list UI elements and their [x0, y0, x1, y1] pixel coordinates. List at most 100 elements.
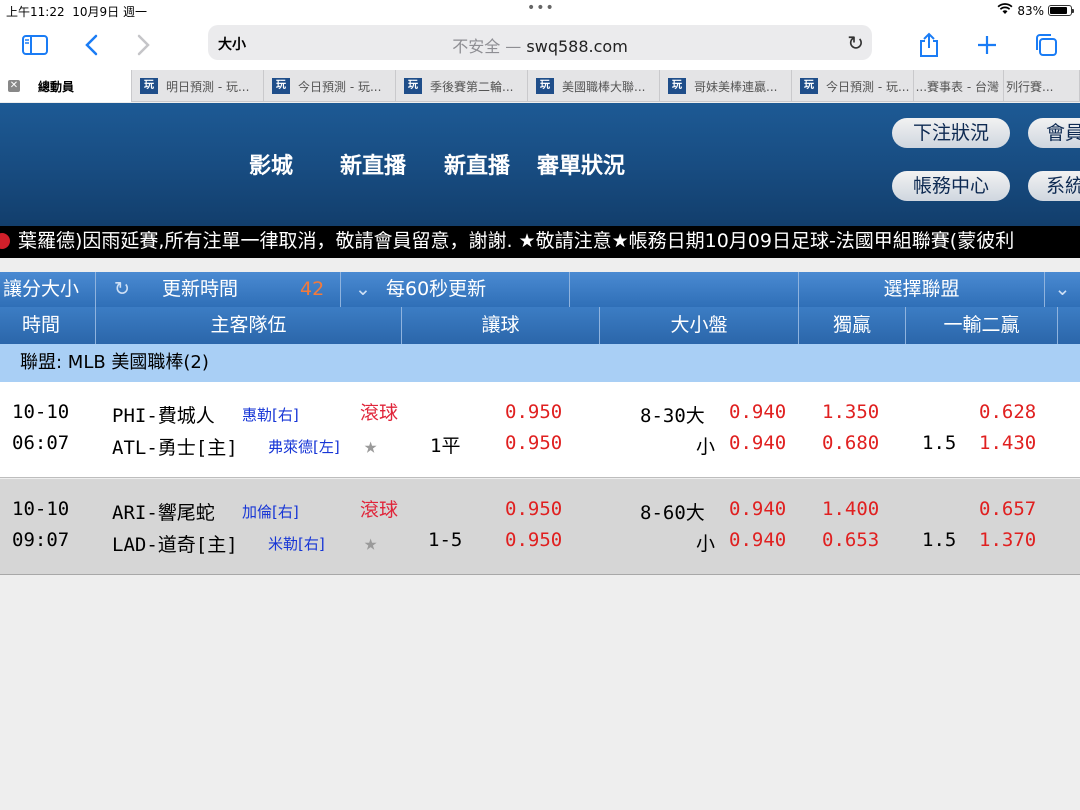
status-bar: 上午11:22 10月9日 週一 ••• 83% [0, 0, 1080, 22]
chevron-down-icon[interactable]: ⌄ [1045, 272, 1080, 307]
tab-2[interactable]: 玩今日預測 - 玩... [264, 70, 396, 102]
url-text: 不安全 — swq588.com [452, 37, 628, 56]
away-team: PHI-費城人 [112, 405, 215, 427]
away-team: ARI-響尾蛇 [112, 502, 215, 524]
tab-0[interactable]: ✕ 總動員 [0, 70, 132, 102]
reload-icon[interactable]: ↻ [847, 31, 864, 55]
odds[interactable]: 0.950 [505, 498, 562, 520]
tab-1[interactable]: 玩明日預測 - 玩... [132, 70, 264, 102]
nav-live-1[interactable]: 新直播 [340, 148, 406, 180]
col-total: 大小盤 [600, 307, 799, 344]
handicap-line: 1平 [430, 435, 461, 457]
live-badge[interactable]: 滾球 [360, 398, 398, 425]
odds[interactable]: 0.940 [729, 498, 786, 520]
tab-7[interactable]: 賽事表 - 台灣... [914, 70, 1004, 102]
favorite-star-icon[interactable]: ★ [364, 434, 377, 459]
tab-strip: ✕ 總動員 玩明日預測 - 玩... 玩今日預測 - 玩... 玩季後賽第二輪.… [0, 70, 1080, 102]
tab-8[interactable]: 列行賽... [1004, 70, 1080, 102]
forward-icon[interactable] [129, 30, 159, 60]
league-header: 聯盟: MLB 美國職棒(2) [0, 344, 1080, 382]
site-favicon-icon: 玩 [272, 78, 290, 94]
battery-icon [1048, 5, 1074, 16]
tab-4[interactable]: 玩美國職棒大聯... [528, 70, 660, 102]
bet-type-tab[interactable]: 讓分大小 [0, 272, 96, 307]
home-pitcher: 米勒[右] [268, 535, 325, 553]
odds[interactable]: 0.940 [729, 432, 786, 454]
address-bar[interactable]: 大小 不安全 — swq588.com ↻ [208, 25, 872, 60]
battery-percent: 83% [1017, 3, 1044, 18]
new-tab-icon[interactable] [972, 30, 1002, 60]
odds[interactable]: 1.430 [979, 432, 1036, 454]
wifi-icon [997, 3, 1013, 18]
runline: 1.5 [922, 529, 957, 551]
status-right: 83% [997, 3, 1074, 18]
odds[interactable]: 0.950 [505, 529, 562, 551]
away-pitcher: 惠勒[右] [242, 406, 299, 424]
col-runline: 一輸二贏 [906, 307, 1058, 344]
bet-status-button[interactable]: 下注狀況 [892, 118, 1010, 148]
announcement-marquee: 葉羅德)因雨延賽,所有注單一律取消，敬請會員留意，謝謝. ★敬請注意★帳務日期1… [0, 226, 1080, 258]
interval-select[interactable]: ⌄ 每60秒更新 [341, 272, 570, 307]
site-favicon-icon: 玩 [536, 78, 554, 94]
odds[interactable]: 1.400 [822, 498, 879, 520]
home-team: LAD-道奇[主] [112, 534, 238, 556]
status-time: 上午11:22 10月9日 週一 [6, 5, 147, 19]
under-label: 小 [696, 533, 716, 555]
odds[interactable]: 1.350 [822, 401, 879, 423]
announcement-icon [0, 233, 10, 249]
site-favicon-icon: 玩 [668, 78, 686, 94]
tab-5[interactable]: 玩哥妹美棒連贏... [660, 70, 792, 102]
nav-cinema[interactable]: 影城 [249, 148, 293, 180]
back-icon[interactable] [76, 30, 106, 60]
member-button[interactable]: 會員 [1028, 118, 1080, 148]
odds[interactable]: 0.653 [822, 529, 879, 551]
col-time: 時間 [0, 307, 96, 344]
col-teams: 主客隊伍 [96, 307, 402, 344]
total-line: 8-60大 [640, 502, 705, 524]
odds[interactable]: 0.950 [505, 401, 562, 423]
runline: 1.5 [922, 432, 957, 454]
col-extra [1058, 307, 1080, 344]
share-icon[interactable] [914, 30, 944, 60]
close-tab-icon[interactable]: ✕ [8, 80, 20, 92]
home-team: ATL-勇士[主] [112, 437, 238, 459]
nav-review-status[interactable]: 審單狀況 [537, 148, 625, 180]
site-favicon-icon: 玩 [800, 78, 818, 94]
odds[interactable]: 0.940 [729, 529, 786, 551]
live-badge[interactable]: 滾球 [360, 495, 398, 522]
match-row: 10-10 06:07 PHI-費城人 惠勒[右] ATL-勇士[主] 弗萊德[… [0, 382, 1080, 478]
odds[interactable]: 0.950 [505, 432, 562, 454]
tabs-icon[interactable] [1031, 30, 1061, 60]
col-moneyline: 獨贏 [799, 307, 906, 344]
site-header: 影城 新直播 新直播 審單狀況 下注狀況 會員 帳務中心 系統 [0, 103, 1080, 226]
tab-3[interactable]: 玩季後賽第二輪... [396, 70, 528, 102]
chevron-down-icon: ⌄ [355, 278, 371, 300]
site-favicon-icon: 玩 [404, 78, 422, 94]
table-header: 時間 主客隊伍 讓球 大小盤 獨贏 一輸二贏 [0, 307, 1080, 344]
countdown: 42 [300, 278, 325, 300]
handicap-line: 1-5 [428, 529, 463, 551]
odds[interactable]: 1.370 [979, 529, 1036, 551]
total-line: 8-30大 [640, 405, 705, 427]
account-center-button[interactable]: 帳務中心 [892, 171, 1010, 201]
league-select[interactable]: 選擇聯盟 [799, 272, 1045, 307]
refresh-icon[interactable]: ↻ [114, 272, 130, 306]
nav-live-2[interactable]: 新直播 [444, 148, 510, 180]
control-bar: 讓分大小 ↻ 更新時間 42 ⌄ 每60秒更新 選擇聯盟 ⌄ [0, 272, 1080, 307]
away-pitcher: 加倫[右] [242, 503, 299, 521]
odds[interactable]: 0.657 [979, 498, 1036, 520]
system-button[interactable]: 系統 [1028, 171, 1080, 201]
sidebar-icon[interactable] [20, 30, 50, 60]
match-row: 10-10 09:07 ARI-響尾蛇 加倫[右] LAD-道奇[主] 米勒[右… [0, 479, 1080, 575]
tab-6[interactable]: 玩今日預測 - 玩... [792, 70, 914, 102]
odds[interactable]: 0.940 [729, 401, 786, 423]
col-handicap: 讓球 [402, 307, 600, 344]
odds[interactable]: 0.680 [822, 432, 879, 454]
site-favicon-icon: 玩 [140, 78, 158, 94]
update-time-cell[interactable]: ↻ 更新時間 42 [96, 272, 341, 307]
multitasking-dots-icon[interactable]: ••• [527, 0, 555, 16]
odds[interactable]: 0.628 [979, 401, 1036, 423]
browser-toolbar: 大小 不安全 — swq588.com ↻ [0, 22, 1080, 70]
favorite-star-icon[interactable]: ★ [364, 531, 377, 556]
under-label: 小 [696, 436, 716, 458]
